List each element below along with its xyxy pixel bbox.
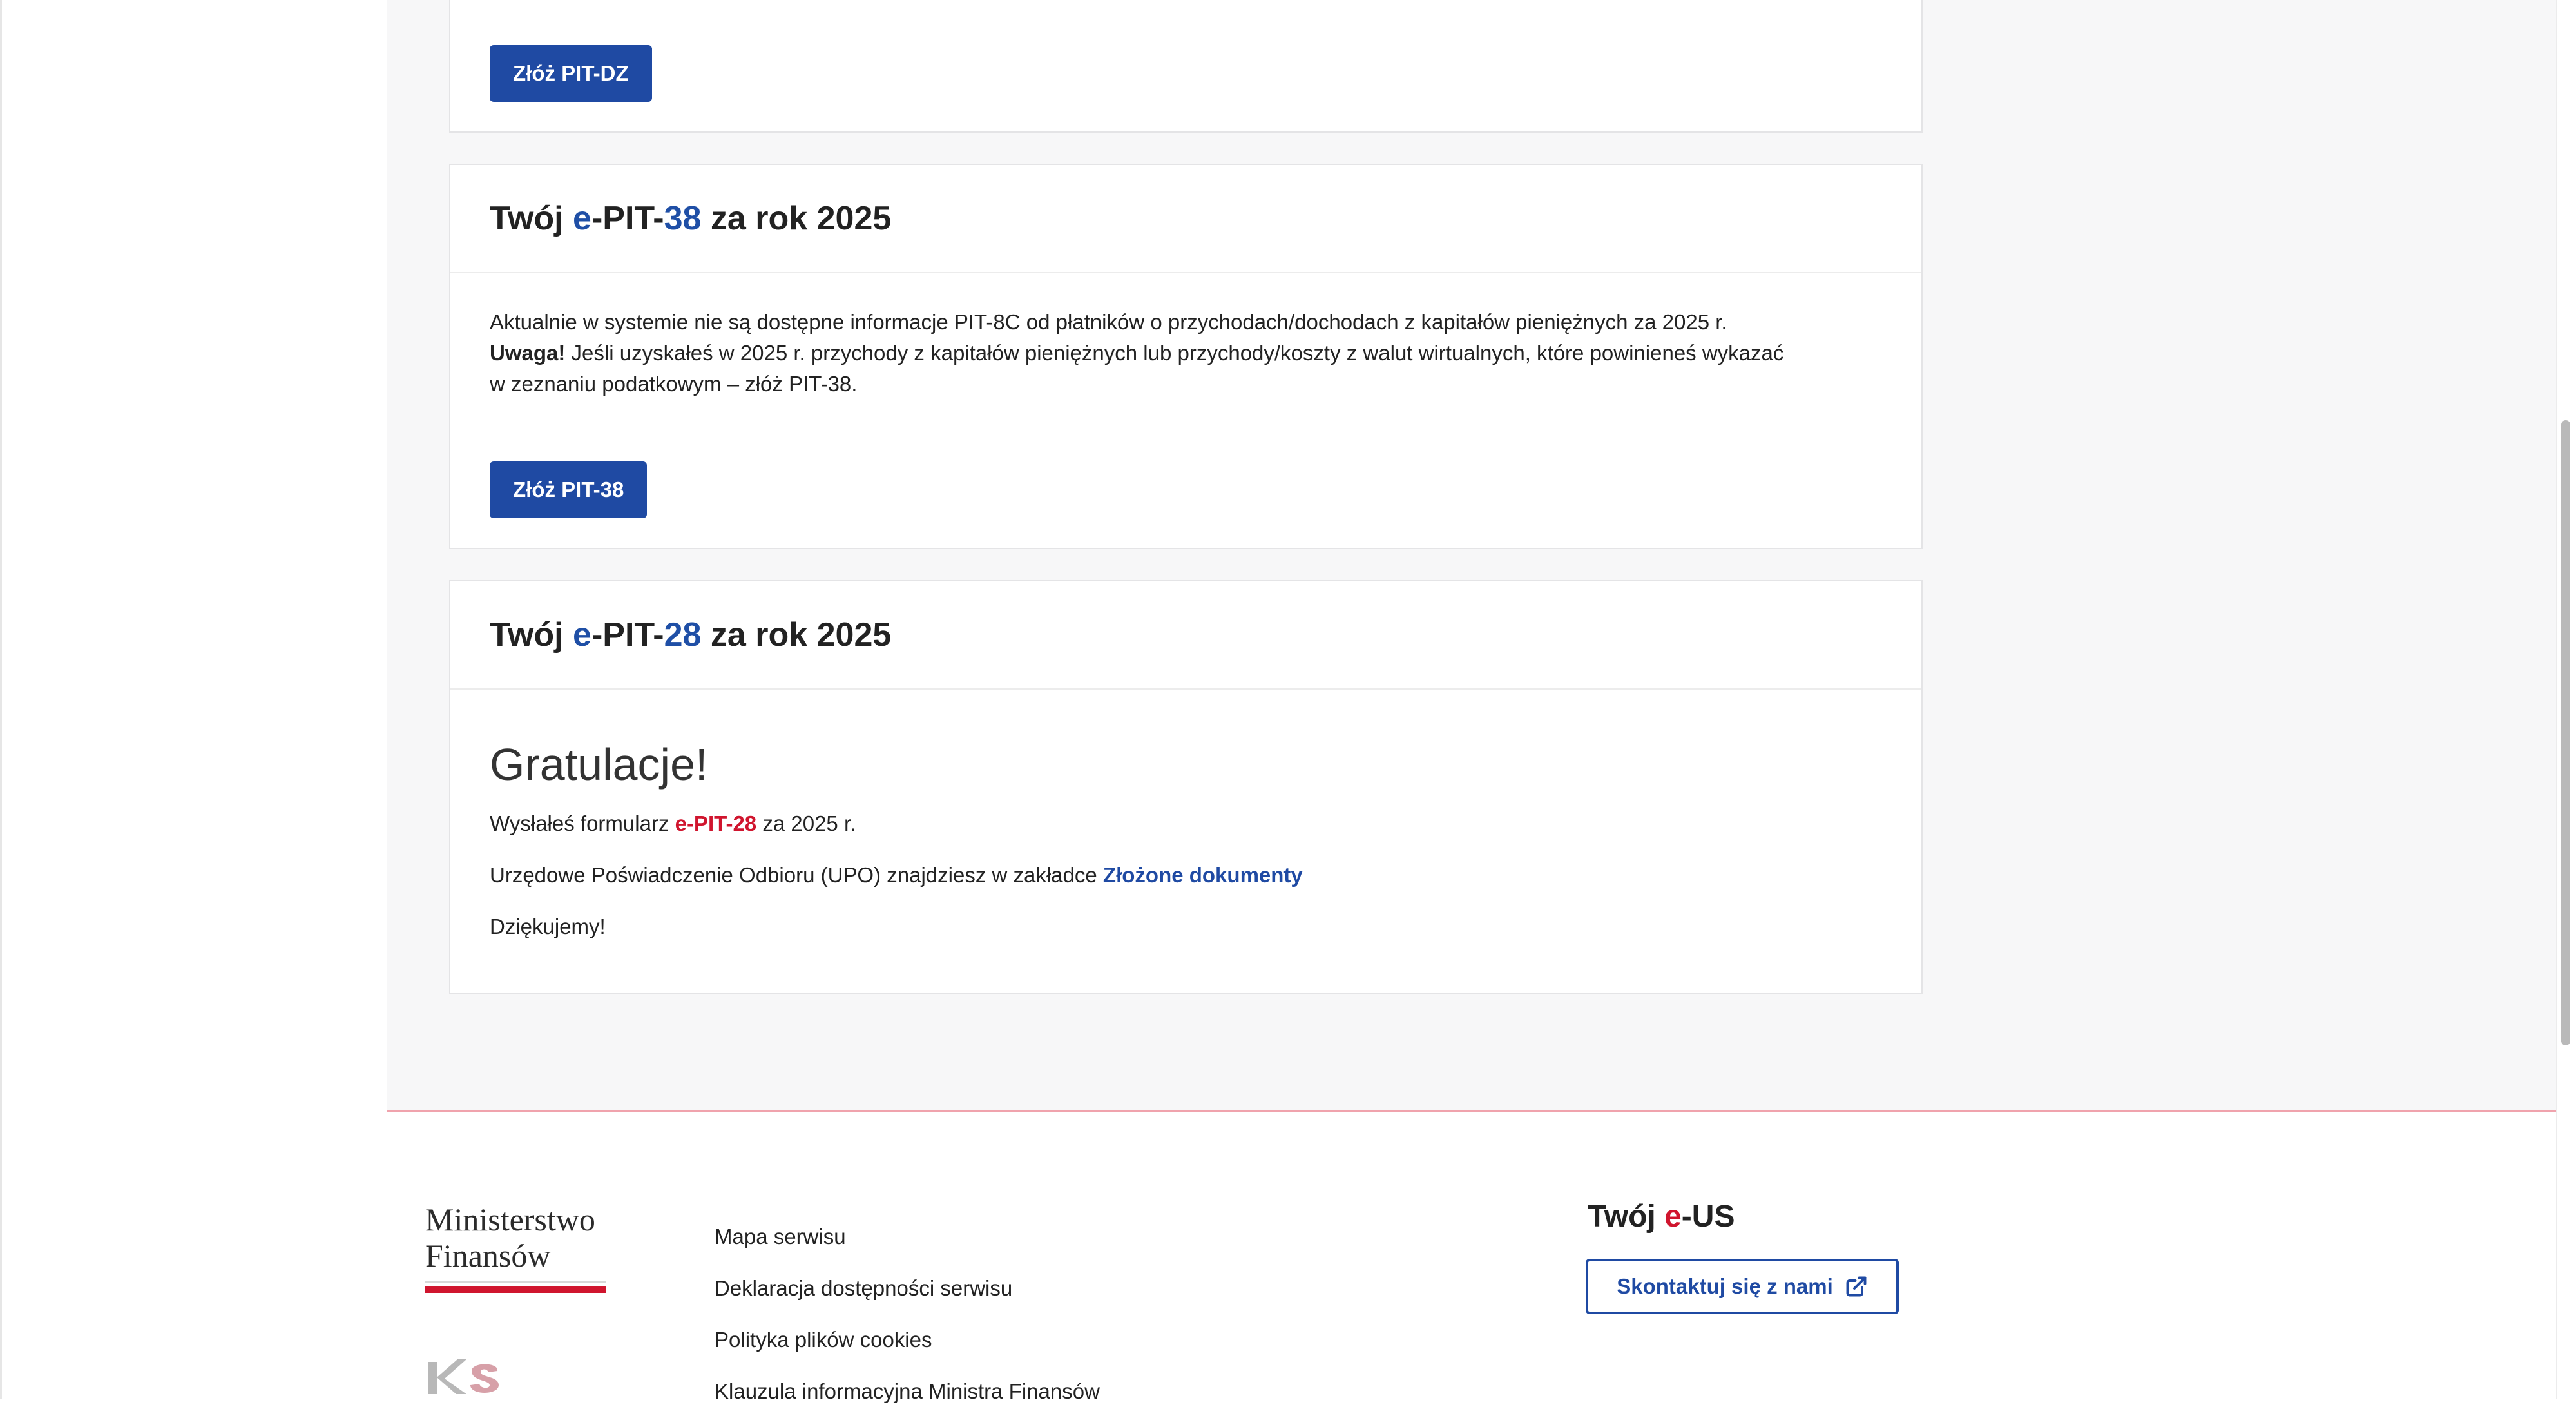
logo-line-2: Finansów bbox=[425, 1238, 551, 1274]
kas-logo-icon bbox=[428, 1359, 499, 1394]
contact-us-button[interactable]: Skontaktuj się z nami bbox=[1586, 1259, 1899, 1314]
external-link-icon bbox=[1846, 1276, 1867, 1297]
card-pit-28: Twój e-PIT-28 za rok 2025 Gratulacje! Wy… bbox=[449, 580, 1923, 994]
scrollbar-thumb[interactable] bbox=[2561, 420, 2570, 1045]
footer-link-privacy-clause[interactable]: Klauzula informacyjna Ministra Finansów bbox=[715, 1375, 1100, 1427]
thanks-text: Dziękujemy! bbox=[490, 915, 606, 938]
footer-link-site-map[interactable]: Mapa serwisu bbox=[715, 1221, 1100, 1272]
logo-red-bar bbox=[425, 1286, 606, 1293]
submit-pit-dz-button[interactable]: Złóż PIT-DZ bbox=[490, 45, 652, 102]
card-pit-38-title: Twój e-PIT-38 za rok 2025 bbox=[490, 200, 892, 237]
footer-link-cookies[interactable]: Polityka plików cookies bbox=[715, 1324, 1100, 1375]
congratulations-heading: Gratulacje! bbox=[490, 739, 708, 790]
logo-divider bbox=[425, 1281, 606, 1283]
ministry-of-finance-logo[interactable]: Ministerstwo Finansów bbox=[425, 1201, 612, 1293]
contact-us-label: Skontaktuj się z nami bbox=[1617, 1274, 1833, 1298]
footer-links: Mapa serwisu Deklaracja dostępności serw… bbox=[715, 1221, 1100, 1427]
card-pit-28-title: Twój e-PIT-28 za rok 2025 bbox=[490, 616, 892, 654]
card-pit-28-header: Twój e-PIT-28 za rok 2025 bbox=[450, 581, 1921, 690]
footer-divider bbox=[387, 1110, 2556, 1112]
submit-pit-38-button[interactable]: Złóż PIT-38 bbox=[490, 461, 648, 518]
submitted-documents-link[interactable]: Złożone dokumenty bbox=[1103, 863, 1303, 887]
pit-38-info-text: Aktualnie w systemie nie są dostępne inf… bbox=[490, 310, 1784, 396]
eus-title: Twój e-US bbox=[1588, 1199, 1735, 1234]
sent-form-text: Wysłałeś formularz e-PIT-28 za 2025 r. bbox=[490, 811, 856, 835]
logo-line-1: Ministerstwo bbox=[425, 1201, 595, 1238]
card-pit-38: Twój e-PIT-38 za rok 2025 Aktualnie w sy… bbox=[449, 164, 1923, 549]
card-pit-dz: Złóż PIT-DZ bbox=[449, 0, 1923, 133]
card-pit-38-header: Twój e-PIT-38 za rok 2025 bbox=[450, 165, 1921, 273]
footer-link-accessibility[interactable]: Deklaracja dostępności serwisu bbox=[715, 1272, 1100, 1324]
left-gutter bbox=[0, 0, 387, 1399]
upo-info-text: Urzędowe Poświadczenie Odbioru (UPO) zna… bbox=[490, 863, 1303, 887]
